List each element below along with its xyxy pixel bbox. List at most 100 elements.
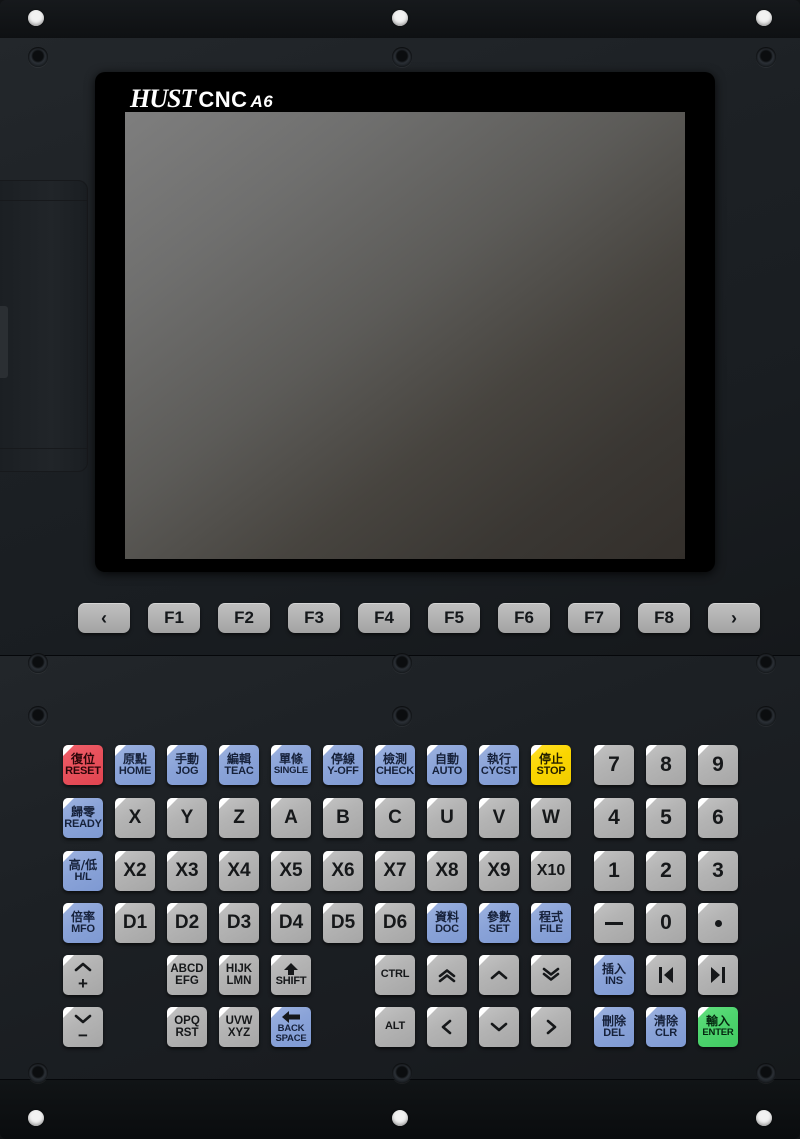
key-ready[interactable]: 歸零 READY bbox=[63, 798, 103, 838]
key-label-line: SPACE bbox=[275, 1033, 307, 1044]
brand-logo: HUST CNC A6 bbox=[130, 84, 273, 114]
function-key-next[interactable]: › bbox=[708, 603, 760, 633]
key-num-6[interactable]: 6 bbox=[698, 798, 738, 838]
key-arrow-left[interactable] bbox=[427, 1007, 467, 1047]
key-axis-w[interactable]: W bbox=[531, 798, 571, 838]
key-mult-x2[interactable]: X2 bbox=[115, 851, 155, 891]
key-abcd-efg[interactable]: ABCD EFG bbox=[167, 955, 207, 995]
key-axis-c[interactable]: C bbox=[375, 798, 415, 838]
key-arrow-down[interactable] bbox=[479, 1007, 519, 1047]
key-doc[interactable]: 資料 DOC bbox=[427, 903, 467, 943]
key-hijk-lmn[interactable]: HIJK LMN bbox=[219, 955, 259, 995]
model-name: A6 bbox=[250, 92, 274, 111]
function-key-f3[interactable]: F3 bbox=[288, 603, 340, 633]
mount-hole bbox=[392, 1110, 408, 1126]
key-mult-x7[interactable]: X7 bbox=[375, 851, 415, 891]
key-num-9[interactable]: 9 bbox=[698, 745, 738, 785]
key-label: Z bbox=[233, 806, 245, 828]
key-insert[interactable]: 插入 INS bbox=[594, 955, 634, 995]
key-num-7[interactable]: 7 bbox=[594, 745, 634, 785]
key-opq-rst[interactable]: OPQ RST bbox=[167, 1007, 207, 1047]
key-clear[interactable]: 清除 CLR bbox=[646, 1007, 686, 1047]
function-key-f7[interactable]: F7 bbox=[568, 603, 620, 633]
key-num-2[interactable]: 2 bbox=[646, 851, 686, 891]
key-auto[interactable]: 自動 AUTO bbox=[427, 745, 467, 785]
key-decimal-point[interactable] bbox=[698, 903, 738, 943]
key-jog-plus[interactable]: + bbox=[63, 955, 103, 995]
key-label-line: HIJK bbox=[225, 962, 253, 975]
key-mult-x8[interactable]: X8 bbox=[427, 851, 467, 891]
lcd-screen[interactable] bbox=[125, 112, 685, 559]
key-cycst[interactable]: 執行 CYCST bbox=[479, 745, 519, 785]
key-mfo[interactable]: 倍率 MFO bbox=[63, 903, 103, 943]
key-page-up[interactable] bbox=[427, 955, 467, 995]
key-home[interactable]: 原點 HOME bbox=[115, 745, 155, 785]
key-zero[interactable]: 0 bbox=[646, 903, 686, 943]
key-arrow-up[interactable] bbox=[479, 955, 519, 995]
key-shift[interactable]: SHIFT bbox=[271, 955, 311, 995]
key-axis-v[interactable]: V bbox=[479, 798, 519, 838]
key-label-en: SET bbox=[488, 922, 510, 935]
key-label: X bbox=[128, 806, 142, 828]
function-key-f4[interactable]: F4 bbox=[358, 603, 410, 633]
chevron-right-icon: › bbox=[731, 608, 737, 628]
key-mult-x3[interactable]: X3 bbox=[167, 851, 207, 891]
function-key-f6[interactable]: F6 bbox=[498, 603, 550, 633]
product-name: CNC bbox=[198, 87, 248, 112]
key-axis-u[interactable]: U bbox=[427, 798, 467, 838]
key-reset[interactable]: 復位 RESET bbox=[63, 745, 103, 785]
key-arrow-right[interactable] bbox=[531, 1007, 571, 1047]
key-axis-y[interactable]: Y bbox=[167, 798, 207, 838]
function-key-f5[interactable]: F5 bbox=[428, 603, 480, 633]
key-mult-x10[interactable]: X10 bbox=[531, 851, 571, 891]
key-backspace[interactable]: BACK SPACE bbox=[271, 1007, 311, 1047]
skip-forward-icon bbox=[711, 967, 725, 983]
key-delete[interactable]: 刪除 DEL bbox=[594, 1007, 634, 1047]
key-dev-d3[interactable]: D3 bbox=[219, 903, 259, 943]
mount-hole bbox=[28, 10, 44, 26]
function-key-f2[interactable]: F2 bbox=[218, 603, 270, 633]
key-dev-d5[interactable]: D5 bbox=[323, 903, 363, 943]
key-mult-x6[interactable]: X6 bbox=[323, 851, 363, 891]
key-axis-z[interactable]: Z bbox=[219, 798, 259, 838]
key-num-4[interactable]: 4 bbox=[594, 798, 634, 838]
key-axis-a[interactable]: A bbox=[271, 798, 311, 838]
key-jog-minus[interactable]: − bbox=[63, 1007, 103, 1047]
key-dev-d6[interactable]: D6 bbox=[375, 903, 415, 943]
key-axis-x[interactable]: X bbox=[115, 798, 155, 838]
key-check[interactable]: 檢測 CHECK bbox=[375, 745, 415, 785]
key-page-down[interactable] bbox=[531, 955, 571, 995]
key-dev-d1[interactable]: D1 bbox=[115, 903, 155, 943]
key-set[interactable]: 參數 SET bbox=[479, 903, 519, 943]
key-high-low[interactable]: 高/低 H/L bbox=[63, 851, 103, 891]
key-line-end[interactable] bbox=[698, 955, 738, 995]
key-axis-b[interactable]: B bbox=[323, 798, 363, 838]
key-y-off[interactable]: 停線 Y-OFF bbox=[323, 745, 363, 785]
chassis-side-tab bbox=[0, 306, 8, 378]
key-alt[interactable]: ALT bbox=[375, 1007, 415, 1047]
key-label-cn: 手動 bbox=[174, 751, 199, 766]
key-enter[interactable]: 輸入 ENTER bbox=[698, 1007, 738, 1047]
key-num-5[interactable]: 5 bbox=[646, 798, 686, 838]
key-num-1[interactable]: 1 bbox=[594, 851, 634, 891]
key-stop[interactable]: 停止 STOP bbox=[531, 745, 571, 785]
key-mult-x5[interactable]: X5 bbox=[271, 851, 311, 891]
key-dev-d4[interactable]: D4 bbox=[271, 903, 311, 943]
function-key-prev[interactable]: ‹ bbox=[78, 603, 130, 633]
key-dev-d2[interactable]: D2 bbox=[167, 903, 207, 943]
function-key-f1[interactable]: F1 bbox=[148, 603, 200, 633]
key-minus[interactable] bbox=[594, 903, 634, 943]
key-mult-x4[interactable]: X4 bbox=[219, 851, 259, 891]
key-num-8[interactable]: 8 bbox=[646, 745, 686, 785]
function-key-f8[interactable]: F8 bbox=[638, 603, 690, 633]
key-line-home[interactable] bbox=[646, 955, 686, 995]
key-num-3[interactable]: 3 bbox=[698, 851, 738, 891]
key-uvw-xyz[interactable]: UVW XYZ bbox=[219, 1007, 259, 1047]
key-file[interactable]: 程式 FILE bbox=[531, 903, 571, 943]
key-teac[interactable]: 編輯 TEAC bbox=[219, 745, 259, 785]
key-label-en: ALT bbox=[385, 1020, 405, 1033]
key-ctrl[interactable]: CTRL bbox=[375, 955, 415, 995]
key-jog[interactable]: 手動 JOG bbox=[167, 745, 207, 785]
key-mult-x9[interactable]: X9 bbox=[479, 851, 519, 891]
key-single[interactable]: 單條 SINGLE bbox=[271, 745, 311, 785]
